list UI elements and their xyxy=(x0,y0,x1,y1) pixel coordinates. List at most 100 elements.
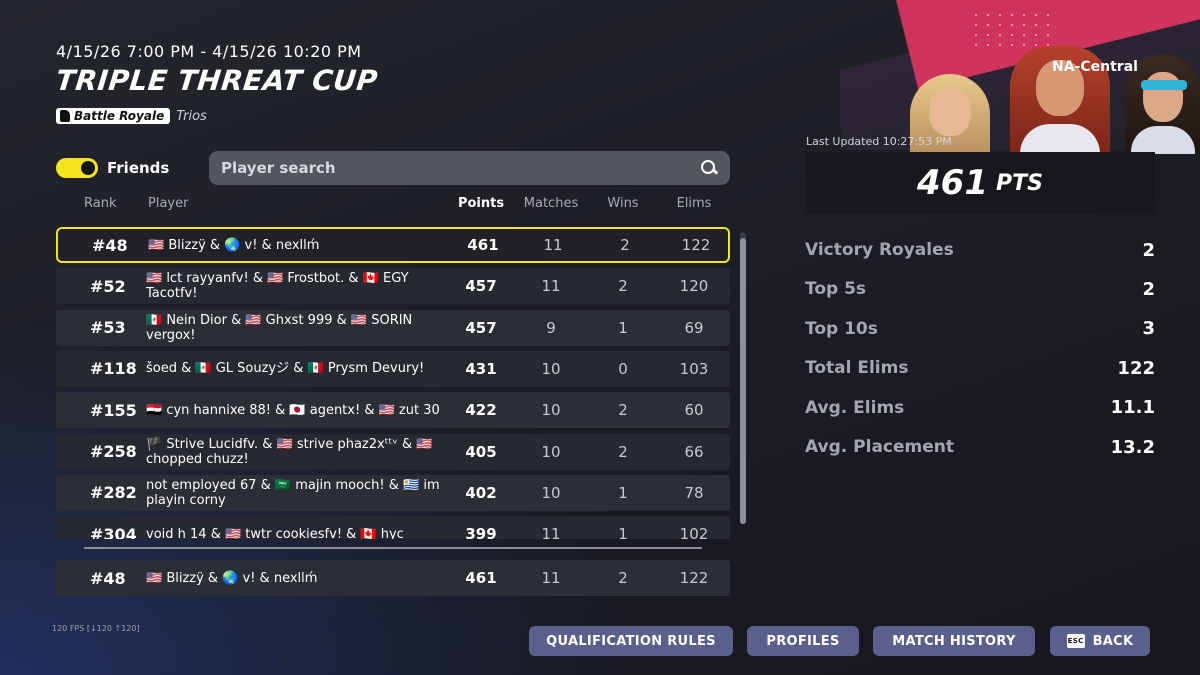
friends-label: Friends xyxy=(107,159,170,177)
row-player: not employed 67 & 🇸🇦 majin mooch! & 🇺🇾 i… xyxy=(146,477,440,508)
row-wins: 1 xyxy=(618,483,628,502)
row-elims: 120 xyxy=(679,277,709,296)
stat-value: 122 xyxy=(1117,357,1155,379)
col-points: Points xyxy=(457,196,505,211)
row-points: 399 xyxy=(465,525,497,539)
stat-row: Avg. Elims 11.1 xyxy=(805,396,1155,420)
row-player: 🇪🇬 cyn hannixe 88! & 🇯🇵 agentx! & 🇺🇸 zut… xyxy=(146,402,440,418)
row-rank: #53 xyxy=(90,318,126,338)
table-row[interactable]: #258 🏴 Strive Lucidfv. & 🇺🇸 strive phaz2x… xyxy=(56,433,730,470)
row-points: 405 xyxy=(465,442,497,461)
battle-royale-icon xyxy=(60,110,70,122)
search-icon[interactable] xyxy=(700,159,718,177)
row-rank: #282 xyxy=(90,483,137,503)
row-player: šoed & 🇲🇽 GL Souzyジ & 🇲🇽 Prysm Devury! xyxy=(146,361,425,377)
leaderboard-list[interactable]: #48 🇺🇸 Blizzÿ & 🌏 v! & nexllḿ 461 11 2 122 #52… xyxy=(56,227,730,539)
mode-badge-label: Battle Royale xyxy=(74,109,165,123)
event-title: TRIPLE THREAT CUP xyxy=(54,64,380,97)
row-wins: 2 xyxy=(618,401,628,420)
row-player: void h 14 & 🇺🇸 twtr cookiesfv! & 🇨🇦 hyc xyxy=(146,526,404,539)
row-points: 461 xyxy=(465,569,497,587)
row-matches: 9 xyxy=(546,318,556,337)
stat-label: Total Elims xyxy=(805,358,909,379)
row-matches: 10 xyxy=(541,483,561,502)
stat-value: 3 xyxy=(1142,318,1155,340)
scrollbar-thumb[interactable] xyxy=(740,238,746,524)
toggle-knob xyxy=(81,161,95,175)
row-points: 457 xyxy=(465,277,497,296)
row-wins: 2 xyxy=(618,442,628,461)
points-total: 461 PTS xyxy=(805,152,1155,214)
stat-label: Avg. Placement xyxy=(805,437,955,457)
table-row[interactable]: #282 not employed 67 & 🇸🇦 majin mooch! & … xyxy=(56,474,730,511)
my-team-row[interactable]: #48 🇺🇸 Blizzÿ & 🌏 v! & nexllḿ 461 11 2 1… xyxy=(56,560,730,596)
stat-label: Top 10s xyxy=(805,318,878,339)
row-matches: 10 xyxy=(541,401,561,420)
row-matches: 11 xyxy=(543,236,563,254)
col-player: Player xyxy=(148,196,189,211)
row-rank: #52 xyxy=(90,276,126,296)
table-row[interactable]: #118 šoed & 🇲🇽 GL Souzyジ & 🇲🇽 Prysm Devur… xyxy=(56,350,730,387)
table-row[interactable]: #53 🇲🇽 Nein Dior & 🇺🇸 Ghxst 999 & 🇺🇸 SORI… xyxy=(56,309,730,346)
back-button[interactable]: ESC BACK xyxy=(1050,626,1150,656)
row-points: 457 xyxy=(465,318,497,337)
row-matches: 10 xyxy=(541,442,561,461)
fps-counter: 120 FPS [↓120 ↑120] xyxy=(52,624,140,633)
search-input[interactable] xyxy=(221,159,700,177)
row-wins: 2 xyxy=(618,277,628,296)
mode-badge: Battle Royale xyxy=(56,108,171,124)
row-wins: 0 xyxy=(618,359,628,378)
match-history-button[interactable]: MATCH HISTORY xyxy=(873,626,1035,656)
stat-label: Top 5s xyxy=(805,279,867,300)
stat-value: 13.2 xyxy=(1110,436,1155,458)
points-value: 461 xyxy=(917,163,988,203)
stat-value: 11.1 xyxy=(1110,397,1155,419)
row-elims: 78 xyxy=(684,483,704,502)
stat-label: Victory Royales xyxy=(805,240,954,260)
leaderboard-scrollbar[interactable] xyxy=(740,232,746,524)
table-row[interactable]: #48 🇺🇸 Blizzÿ & 🌏 v! & nexllḿ 461 11 2 122 xyxy=(56,227,730,263)
back-label: BACK xyxy=(1092,633,1134,649)
esc-key-icon: ESC xyxy=(1066,634,1085,648)
row-elims: 122 xyxy=(679,569,709,587)
row-wins: 1 xyxy=(618,318,628,337)
row-player: 🇺🇸 lct rayyanfv! & 🇺🇸 Frostbot. & 🇨🇦 EGY… xyxy=(146,271,409,302)
table-row[interactable]: #155 🇪🇬 cyn hannixe 88! & 🇯🇵 agentx! & 🇺🇸… xyxy=(56,392,730,429)
col-rank: Rank xyxy=(84,196,117,211)
row-elims: 102 xyxy=(679,525,709,539)
row-rank: #258 xyxy=(90,442,137,461)
col-matches: Matches xyxy=(523,196,579,211)
col-elims: Elims xyxy=(676,196,712,211)
row-elims: 122 xyxy=(681,236,711,254)
player-search[interactable] xyxy=(209,151,730,185)
row-rank: #304 xyxy=(90,524,137,539)
row-player: 🏴 Strive Lucidfv. & 🇺🇸 strive phaz2xᵗᵗᵛ … xyxy=(146,436,433,467)
row-elims: 60 xyxy=(684,401,704,420)
row-matches: 11 xyxy=(541,525,561,539)
event-date-range: 4/15/26 7:00 PM - 4/15/26 10:20 PM xyxy=(56,42,362,61)
stat-row: Victory Royales 2 xyxy=(805,238,1155,262)
row-rank: #48 xyxy=(90,568,126,588)
friends-toggle[interactable] xyxy=(56,158,98,178)
row-matches: 10 xyxy=(541,359,561,378)
last-updated: Last Updated 10:27:53 PM xyxy=(806,135,952,148)
leaderboard-divider xyxy=(84,547,702,549)
row-matches: 11 xyxy=(541,569,561,587)
event-mode: Battle Royale Trios xyxy=(56,108,207,124)
row-rank: #48 xyxy=(92,235,128,255)
qualification-rules-button[interactable]: QUALIFICATION RULES xyxy=(529,626,733,656)
row-player: 🇲🇽 Nein Dior & 🇺🇸 Ghxst 999 & 🇺🇸 SORIN v… xyxy=(146,312,413,343)
row-elims: 103 xyxy=(679,359,709,378)
row-player: 🇺🇸 Blizzÿ & 🌏 v! & nexllḿ xyxy=(148,237,320,253)
row-points: 431 xyxy=(465,359,497,378)
table-row[interactable]: #304 void h 14 & 🇺🇸 twtr cookiesfv! & 🇨🇦 … xyxy=(56,516,730,539)
row-points: 402 xyxy=(465,483,497,502)
table-row[interactable]: #52 🇺🇸 lct rayyanfv! & 🇺🇸 Frostbot. & 🇨🇦 … xyxy=(56,268,730,305)
stat-label: Avg. Elims xyxy=(805,397,905,418)
row-elims: 66 xyxy=(684,442,704,461)
profiles-button[interactable]: PROFILES xyxy=(747,626,859,656)
points-unit: PTS xyxy=(996,170,1043,196)
stat-row: Total Elims 122 xyxy=(805,356,1155,380)
mode-subtype: Trios xyxy=(176,108,207,124)
stat-value: 2 xyxy=(1142,278,1155,300)
